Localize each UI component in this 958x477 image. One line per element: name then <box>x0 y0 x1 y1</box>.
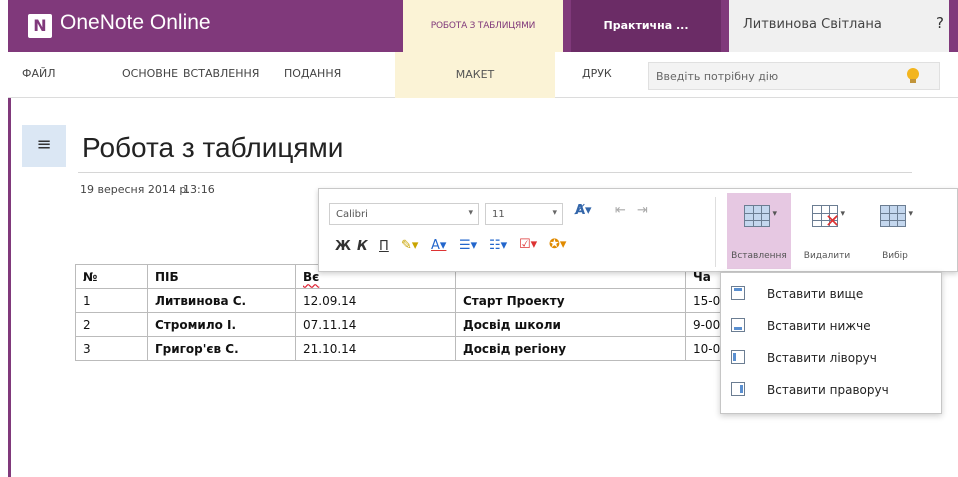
cell-number[interactable]: 1 <box>75 288 148 313</box>
select-table-icon: ▾ <box>880 205 913 227</box>
header-date-text: Вє <box>303 269 320 284</box>
increase-indent-icon[interactable]: ⇥ <box>637 203 648 218</box>
insert-right-icon <box>731 382 745 396</box>
cell-number[interactable]: 2 <box>75 312 148 337</box>
tab-insert[interactable]: ВСТАВЛЕННЯ <box>183 67 259 80</box>
italic-button[interactable]: К <box>357 239 368 254</box>
insert-table-icon: ▾ <box>744 205 777 227</box>
left-accent-bar <box>8 98 11 477</box>
highlight-icon[interactable]: ✎▾ <box>401 238 418 253</box>
tab-layout[interactable]: МАКЕТ <box>395 52 555 98</box>
cell-name[interactable]: Литвинова С. <box>147 288 296 313</box>
user-area: Литвинова Світлана ? <box>729 0 949 52</box>
clear-format-icon[interactable]: A̸▾ <box>575 203 592 218</box>
hamburger-icon[interactable]: ≡ <box>22 125 66 167</box>
onenote-logo-icon: N <box>28 14 52 38</box>
table-row: 2 Стромило І. 07.11.14 Досвід школи 9-00 <box>75 312 746 337</box>
bold-button[interactable]: Ж <box>335 239 351 254</box>
menu-item-insert-below[interactable]: Вставити нижче <box>721 311 941 341</box>
menu-item-label: Вставити ліворуч <box>767 351 877 365</box>
cell-date[interactable]: 12.09.14 <box>295 288 456 313</box>
insert-left-icon <box>731 350 745 364</box>
select-button[interactable]: ▾ Вибір <box>863 193 927 269</box>
tab-file[interactable]: ФАЙЛ <box>22 67 56 80</box>
menu-item-label: Вставити нижче <box>767 319 871 333</box>
chevron-down-icon: ▾ <box>468 208 473 218</box>
menu-item-insert-right[interactable]: Вставити праворуч <box>721 375 941 405</box>
insert-dropdown-menu: Вставити вище Вставити нижче Вставити лі… <box>720 272 942 414</box>
font-size-value: 11 <box>492 209 505 220</box>
delete-button-label: Видалити <box>803 251 851 261</box>
cell-number[interactable]: 3 <box>75 336 148 361</box>
ribbon-tabs: ФАЙЛ ОСНОВНЕ ВСТАВЛЕННЯ ПОДАННЯ МАКЕТ ДР… <box>8 52 958 98</box>
tab-view[interactable]: ПОДАННЯ <box>284 67 341 80</box>
insert-above-icon <box>731 286 745 300</box>
underline-button[interactable]: П <box>379 239 389 254</box>
context-tab-table-tools: РОБОТА З ТАБЛИЦЯМИ <box>403 0 563 52</box>
cell-topic[interactable]: Старт Проекту <box>455 288 686 313</box>
font-size-select[interactable]: 11 ▾ <box>485 203 563 225</box>
insert-button-label: Вставлення <box>731 251 787 261</box>
decrease-indent-icon[interactable]: ⇤ <box>615 203 626 218</box>
font-name-value: Calibri <box>336 209 368 220</box>
tag-checkbox-icon[interactable]: ☑▾ <box>519 237 537 252</box>
styles-icon[interactable]: ✪▾ <box>549 237 566 252</box>
tab-print[interactable]: ДРУК <box>582 67 612 80</box>
notebook-name[interactable]: Практична ... <box>571 0 721 52</box>
tab-home[interactable]: ОСНОВНЕ <box>122 67 178 80</box>
help-button[interactable]: ? <box>931 14 949 32</box>
app-name[interactable]: OneNote Online <box>60 11 211 35</box>
lightbulb-icon <box>907 68 919 84</box>
header-number[interactable]: № <box>75 264 148 289</box>
insert-button[interactable]: ▾ Вставлення <box>727 193 791 269</box>
user-name[interactable]: Литвинова Світлана <box>743 17 882 32</box>
red-x-icon: ✕ <box>825 211 841 232</box>
menu-item-label: Вставити праворуч <box>767 383 889 397</box>
title-bar: N OneNote Online РОБОТА З ТАБЛИЦЯМИ Прак… <box>8 0 958 52</box>
title-divider <box>78 172 912 173</box>
bullets-icon[interactable]: ☰▾ <box>459 238 477 253</box>
delete-button[interactable]: ▾ ✕ Видалити <box>795 193 859 269</box>
cell-name[interactable]: Григор'єв С. <box>147 336 296 361</box>
cell-date[interactable]: 21.10.14 <box>295 336 456 361</box>
tell-me-input[interactable]: Введіть потрібну дію <box>648 62 940 90</box>
insert-below-icon <box>731 318 745 332</box>
header-name[interactable]: ПІБ <box>147 264 296 289</box>
cell-topic[interactable]: Досвід регіону <box>455 336 686 361</box>
font-color-icon[interactable]: A▾ <box>431 238 446 253</box>
table-row: 1 Литвинова С. 12.09.14 Старт Проекту 15… <box>75 288 746 313</box>
cell-name[interactable]: Стромило І. <box>147 312 296 337</box>
menu-item-insert-left[interactable]: Вставити ліворуч <box>721 343 941 373</box>
font-name-select[interactable]: Calibri ▾ <box>329 203 479 225</box>
tell-me-placeholder: Введіть потрібну дію <box>656 70 779 83</box>
page-time: 13:16 <box>183 183 215 196</box>
floating-toolbar: Calibri ▾ 11 ▾ A̸▾ ⇤ ⇥ Ж К П ✎▾ A▾ ☰▾ ☷▾… <box>318 188 958 272</box>
page-date: 19 вересня 2014 р. <box>80 183 190 196</box>
numbering-icon[interactable]: ☷▾ <box>489 238 507 253</box>
select-button-label: Вибір <box>882 251 908 261</box>
table-row: 3 Григор'єв С. 21.10.14 Досвід регіону 1… <box>75 336 746 361</box>
chevron-down-icon: ▾ <box>552 208 557 218</box>
page-title[interactable]: Робота з таблицями <box>82 132 343 164</box>
notes-table[interactable]: № ПІБ Вє Ча 1 Литвинова С. 12.09.14 Стар… <box>75 264 746 361</box>
cell-date[interactable]: 07.11.14 <box>295 312 456 337</box>
toolbar-divider <box>715 197 716 267</box>
menu-item-insert-above[interactable]: Вставити вище <box>721 279 941 309</box>
menu-item-label: Вставити вище <box>767 287 864 301</box>
cell-topic[interactable]: Досвід школи <box>455 312 686 337</box>
